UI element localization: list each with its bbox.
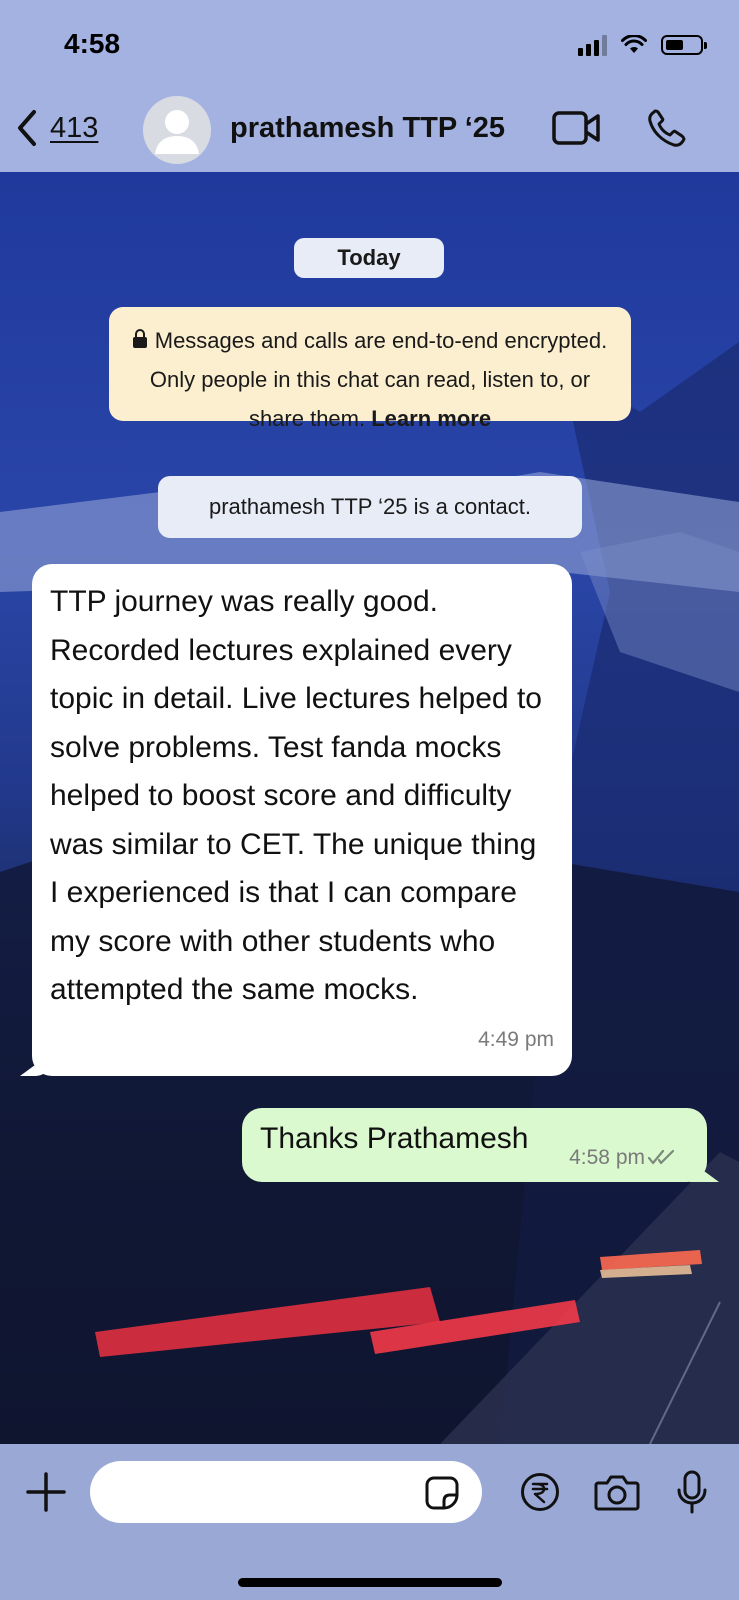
back-button[interactable]: 413: [14, 108, 98, 148]
lock-icon: [132, 329, 147, 348]
read-ticks-icon: [647, 1149, 675, 1165]
wifi-icon: [621, 35, 647, 53]
person-icon: [155, 110, 199, 154]
learn-more-link[interactable]: Learn more: [371, 406, 491, 431]
chat-area[interactable]: Today Messages and calls are end-to-end …: [0, 172, 739, 1444]
message-text: Thanks Prathamesh: [260, 1122, 529, 1155]
microphone-icon[interactable]: [676, 1470, 708, 1514]
status-time: 4:58: [64, 28, 121, 59]
composer-bar: [0, 1444, 739, 1600]
outgoing-message[interactable]: Thanks Prathamesh 4:58 pm: [242, 1108, 707, 1182]
message-time: 4:58 pm: [569, 1146, 645, 1169]
home-indicator: [238, 1578, 502, 1587]
plus-icon[interactable]: [26, 1472, 66, 1512]
avatar[interactable]: [143, 96, 211, 164]
unread-count: 413: [50, 111, 99, 144]
phone-icon[interactable]: [646, 108, 688, 150]
video-call-icon[interactable]: [552, 108, 602, 148]
contact-name[interactable]: prathamesh TTP ‘25: [230, 112, 505, 145]
status-icons: [578, 34, 707, 56]
chevron-left-icon: [18, 110, 36, 146]
cellular-signal-icon: [578, 34, 607, 56]
encryption-notice[interactable]: Messages and calls are end-to-end encryp…: [109, 307, 631, 431]
camera-icon[interactable]: [594, 1473, 640, 1511]
contact-notice: prathamesh TTP ‘25 is a contact.: [158, 476, 582, 538]
message-time: 4:49 pm: [478, 1027, 554, 1051]
sticker-icon[interactable]: [424, 1475, 460, 1511]
message-text: TTP journey was really good. Recorded le…: [50, 585, 542, 1006]
incoming-message[interactable]: TTP journey was really good. Recorded le…: [32, 564, 572, 1076]
date-pill: Today: [294, 238, 444, 278]
top-bar: 4:58 413 prathamesh TTP ‘25: [0, 0, 739, 172]
battery-icon: [661, 35, 707, 55]
rupee-payment-icon[interactable]: [520, 1472, 560, 1512]
